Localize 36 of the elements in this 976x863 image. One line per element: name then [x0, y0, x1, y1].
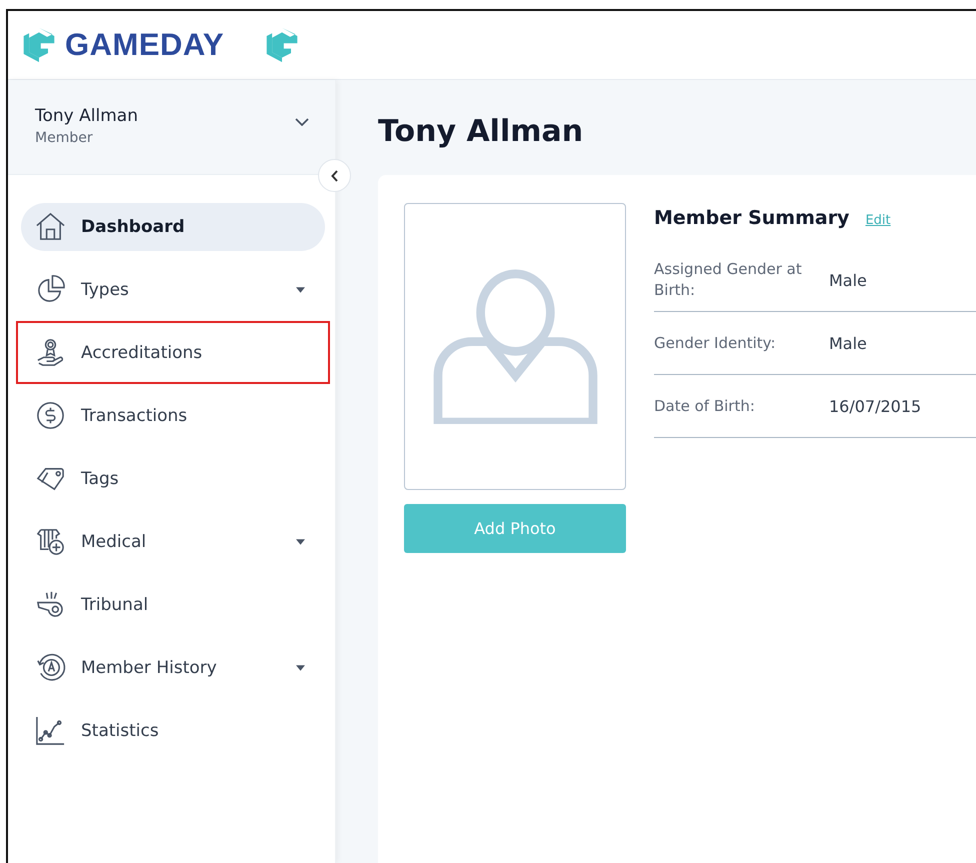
- field-value: 16/07/2015: [829, 396, 922, 416]
- chevron-down-icon[interactable]: [295, 118, 309, 126]
- nav-item[interactable]: Dashboard: [21, 202, 325, 250]
- user-name: Tony Allman: [35, 106, 138, 126]
- field-value: Male: [829, 270, 867, 290]
- home-icon: [35, 211, 66, 242]
- field-label: Date of Birth:: [654, 396, 756, 416]
- dollar-icon: [35, 400, 66, 431]
- whistle-icon: [35, 589, 66, 620]
- user-role: Member: [35, 130, 94, 146]
- nav-item[interactable]: Tags: [21, 454, 325, 502]
- nav-item[interactable]: Medical: [21, 518, 325, 566]
- caret-icon: [296, 538, 305, 544]
- nav-item[interactable]: Transactions: [21, 392, 325, 440]
- nav-item[interactable]: Accreditations: [21, 328, 325, 376]
- brand-name: GAMEDAY: [65, 27, 224, 63]
- nav-item[interactable]: Member History: [21, 644, 325, 692]
- hexagon-logo-icon: [264, 26, 300, 64]
- field-value: Male: [829, 334, 867, 352]
- hexagon-logo-icon: [21, 26, 57, 64]
- person-silhouette-icon: [432, 269, 598, 424]
- nav-item[interactable]: Types: [21, 266, 325, 314]
- field-label: Gender Identity:: [654, 332, 776, 354]
- nav-item[interactable]: Tribunal: [21, 580, 325, 628]
- history-icon: [35, 652, 66, 683]
- shirt-plus-icon: [35, 526, 66, 557]
- chevron-left-icon: [330, 170, 338, 182]
- field-label: Assigned Gender at Birth:: [654, 259, 803, 301]
- page-title: Tony Allman: [378, 114, 584, 149]
- section-title: Member Summary: [654, 207, 850, 229]
- caret-icon: [296, 664, 305, 670]
- line-chart-icon: [35, 715, 66, 746]
- pie-chart-icon: [35, 274, 66, 305]
- caret-icon: [296, 286, 305, 292]
- award-hand-icon: [35, 337, 66, 368]
- nav-item[interactable]: Statistics: [21, 706, 325, 754]
